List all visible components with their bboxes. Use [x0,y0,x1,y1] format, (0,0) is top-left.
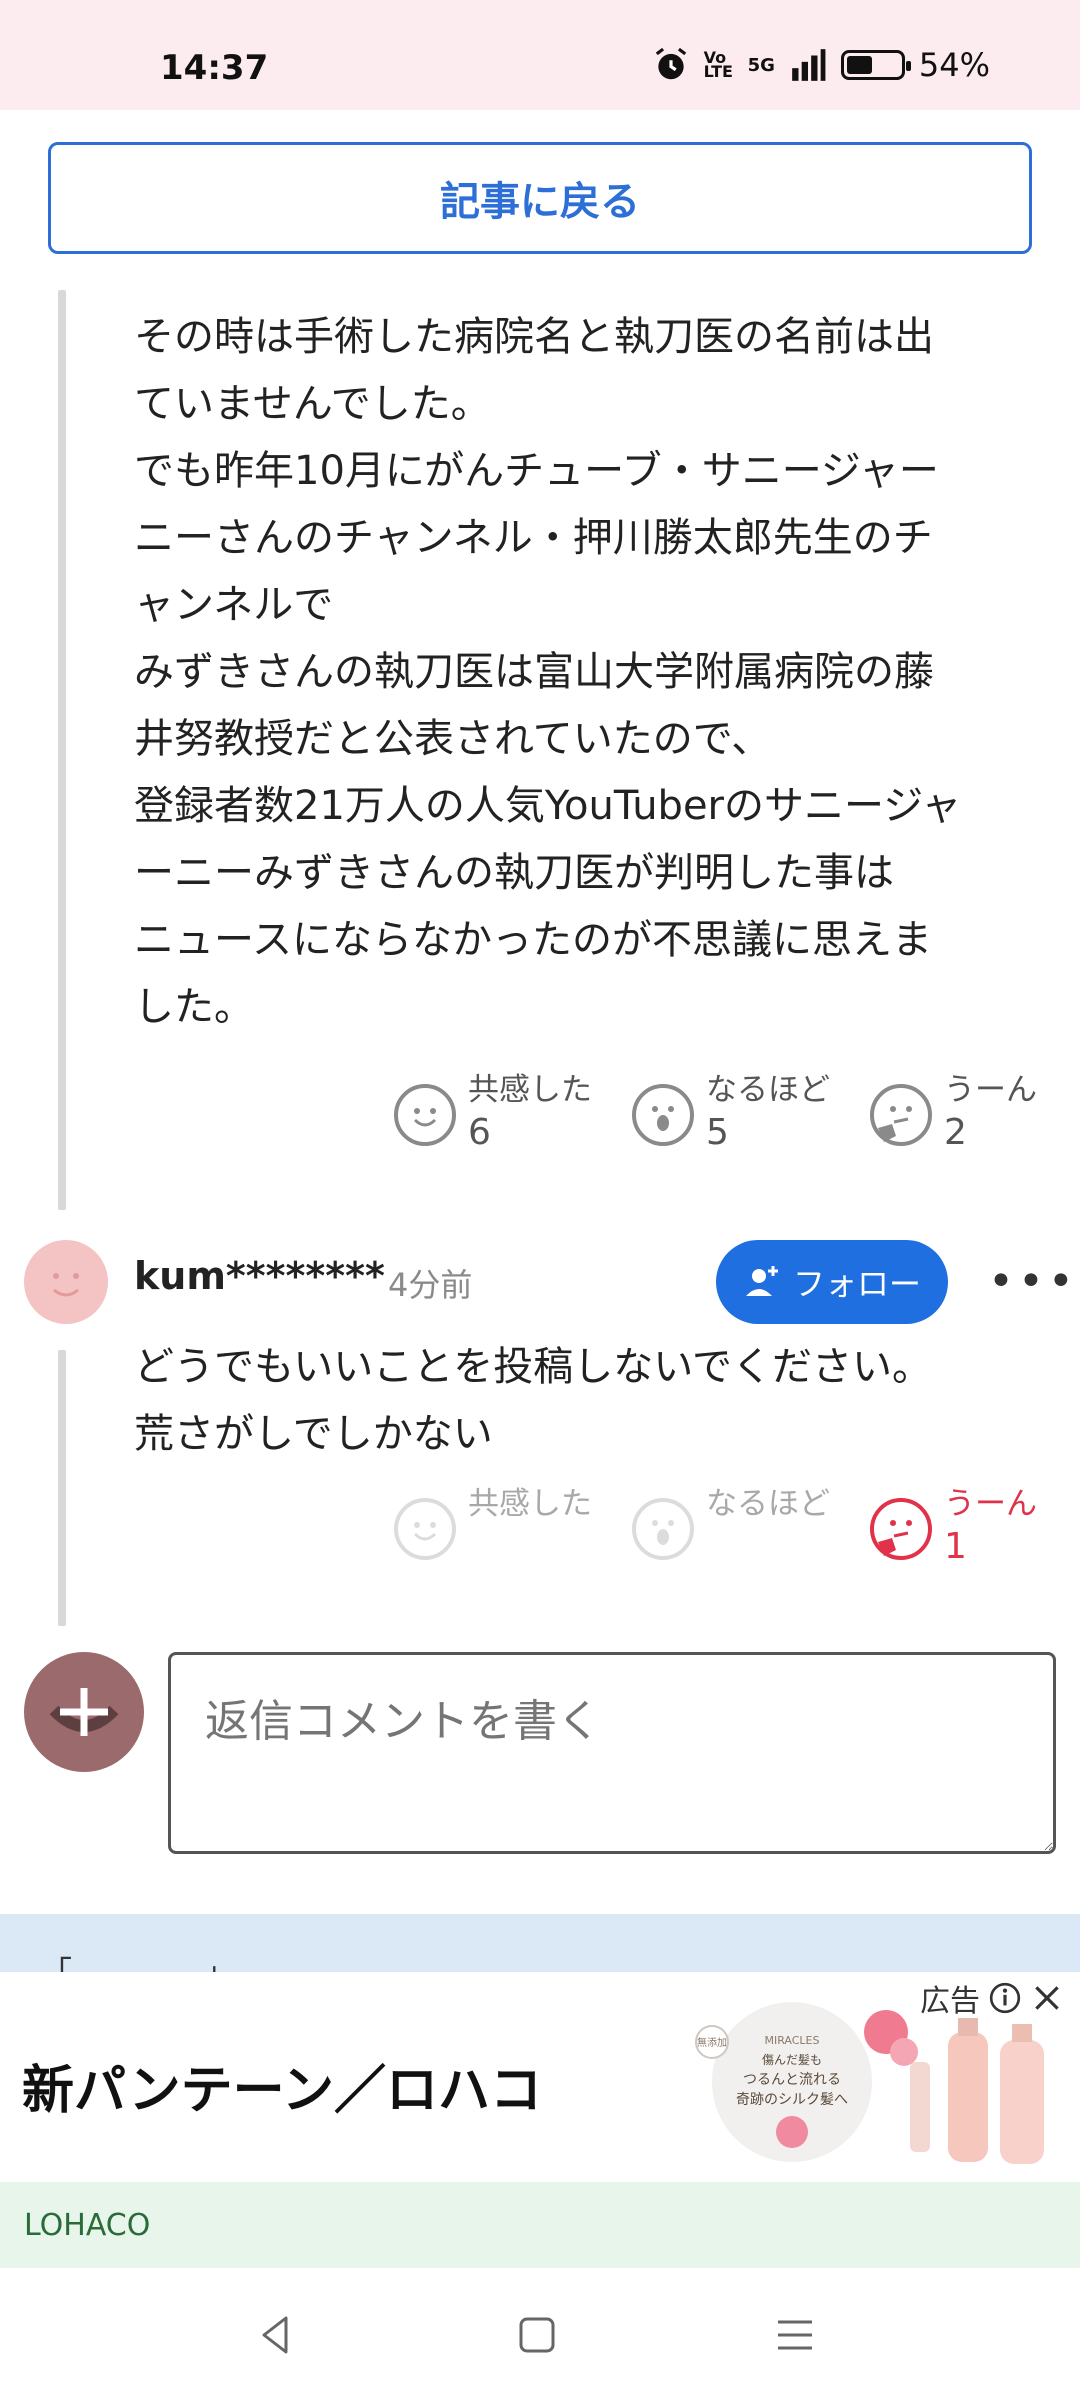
comment-body: どうでもいいことを投稿しないでください。 荒さがしでしかない [134,1344,932,1457]
thread-rail [58,290,66,1210]
reaction-count: 2 [944,1112,967,1153]
reaction-hmm-button[interactable]: うーん 2 [870,1070,1080,1156]
reaction-label: なるほど [706,1486,830,1522]
recents-nav-icon[interactable] [770,2310,820,2360]
reaction-hmm-button[interactable]: うーん 1 [870,1484,1080,1570]
reaction-label: うーん [944,1072,1037,1108]
reaction-insightful-button[interactable]: なるほど [632,1484,870,1570]
comment-reactions: 共感した なるほど うーん 1 [394,1484,1080,1570]
ad-brand[interactable]: LOHACO [24,2208,150,2243]
status-bar: 14:37 Vo LTE 5G 54% [0,0,1080,110]
thinking-icon [870,1084,932,1146]
more-options-button[interactable]: ••• [988,1260,1078,1304]
ad-title[interactable]: 新パンテーン／ロハコ [22,2048,542,2123]
ad-image-line: 奇跡のシルク髪へ [736,2091,848,2108]
username[interactable]: kum******** [134,1254,385,1298]
ad-image-line: つるんと流れる [743,2072,841,2088]
comment-timestamp: 4分前 [388,1266,473,1304]
home-nav-icon[interactable] [512,2310,562,2360]
battery-level [846,56,873,74]
reaction-label: なるほど [706,1072,830,1108]
reaction-empathy-button[interactable]: 共感した [394,1484,632,1570]
smile-icon [394,1084,456,1146]
reaction-empathy-button[interactable]: 共感した 6 [394,1070,632,1156]
surprised-icon [632,1498,694,1560]
back-to-article-button[interactable]: 記事に戻る [48,142,1032,254]
surprised-icon [632,1084,694,1146]
status-icons: Vo LTE 5G 54% [652,46,990,84]
avatar[interactable] [24,1240,108,1324]
follow-button[interactable]: フォロー [716,1240,948,1324]
ad-product-image[interactable]: 無添加 MIRACLES 傷んだ髪も つるんと流れる 奇跡のシルク髪へ [690,1992,1070,2176]
comment-body: その時は手術した病院名と執刀医の名前は出 ていませんでした。 でも昨年10月にが… [134,314,962,1030]
thread-rail [58,1350,66,1626]
back-nav-icon[interactable] [252,2310,302,2360]
status-time: 14:37 [160,48,269,88]
reaction-label: うーん [944,1486,1037,1522]
smile-icon [394,1498,456,1560]
reaction-label: 共感した [468,1072,592,1108]
reaction-insightful-button[interactable]: なるほど 5 [632,1070,870,1156]
battery-percent: 54% [918,46,990,84]
alarm-icon [655,47,686,80]
reply-avatar [24,1652,144,1772]
ad-image-brand: MIRACLES [764,2034,819,2047]
volte-icon: Vo LTE [703,48,733,81]
network-label: 5G [747,54,775,76]
ad-image-badge: 無添加 [697,2036,727,2049]
reaction-label: 共感した [468,1486,592,1522]
signal-icon [792,49,826,81]
band-text: 「 ... ... ... 」 [40,1954,237,1974]
follow-label: フォロー [792,1265,921,1303]
ad-footer[interactable] [0,2182,1080,2268]
reaction-count: 5 [706,1112,729,1153]
battery-icon [840,50,911,80]
reply-comment-input[interactable] [168,1652,1056,1854]
ad-image-line: 傷んだ髪も [762,2052,822,2067]
comment-reactions: 共感した 6 なるほど 5 うーん 2 [394,1070,1080,1156]
thinking-icon [870,1498,932,1560]
reaction-count: 6 [468,1112,491,1153]
add-user-icon [745,1266,778,1296]
reaction-count: 1 [944,1526,967,1567]
